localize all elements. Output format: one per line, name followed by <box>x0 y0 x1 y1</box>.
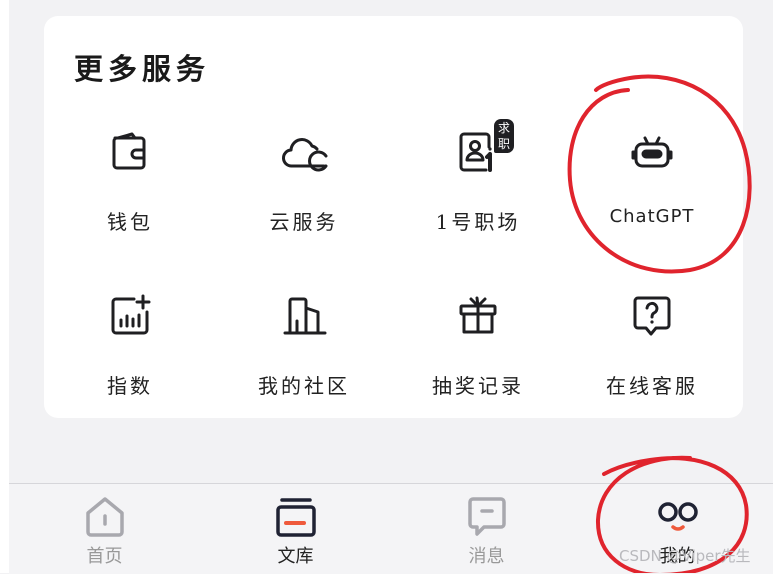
chart-plus-icon <box>106 292 154 340</box>
job-badge: 求职 <box>494 119 515 153</box>
section-title: 更多服务 <box>74 52 211 86</box>
robot-icon <box>628 128 676 176</box>
gift-icon <box>454 292 502 340</box>
service-cloud[interactable]: 云服务 <box>218 128 390 268</box>
buildings-icon <box>280 292 328 340</box>
service-label: 在线客服 <box>606 374 698 398</box>
service-label: 云服务 <box>269 210 339 234</box>
home-icon <box>82 494 128 540</box>
cloud-icon <box>280 128 328 176</box>
tab-label: 首页 <box>86 546 123 567</box>
service-label: 抽奖记录 <box>432 374 524 398</box>
service-label: 我的社区 <box>258 374 350 398</box>
service-label: ChatGPT <box>609 206 695 227</box>
service-chatgpt[interactable]: ChatGPT <box>566 128 738 268</box>
message-icon <box>464 494 510 540</box>
service-label: 指数 <box>107 374 153 398</box>
service-online-support[interactable]: 在线客服 <box>566 292 738 432</box>
service-index[interactable]: 指数 <box>44 292 216 432</box>
screen-edge <box>0 0 9 573</box>
tab-library[interactable]: 文库 <box>200 484 391 574</box>
service-wallet[interactable]: 钱包 <box>44 128 216 268</box>
service-community[interactable]: 我的社区 <box>218 292 390 432</box>
tab-home[interactable]: 首页 <box>9 484 200 574</box>
more-services-card: 更多服务 钱包 云服务 求职 1号职场 ChatGPT 指数 我的社区 抽奖记录… <box>44 16 743 418</box>
service-label: 1号职场 <box>435 210 521 234</box>
library-icon <box>273 494 319 540</box>
service-lottery-records[interactable]: 抽奖记录 <box>392 292 564 432</box>
tab-label: 我的 <box>659 546 696 567</box>
tab-label: 文库 <box>277 546 314 567</box>
service-career[interactable]: 求职 1号职场 <box>392 119 564 268</box>
profile-face-icon <box>655 494 701 540</box>
tab-profile[interactable]: 我的 <box>582 484 773 574</box>
bottom-tab-bar: 首页 文库 消息 我的 <box>9 483 773 574</box>
wallet-icon <box>106 128 154 176</box>
tab-label: 消息 <box>468 546 505 567</box>
id-card-icon: 求职 <box>454 119 515 176</box>
service-label: 钱包 <box>107 210 153 234</box>
tab-messages[interactable]: 消息 <box>391 484 582 574</box>
help-bubble-icon <box>628 292 676 340</box>
